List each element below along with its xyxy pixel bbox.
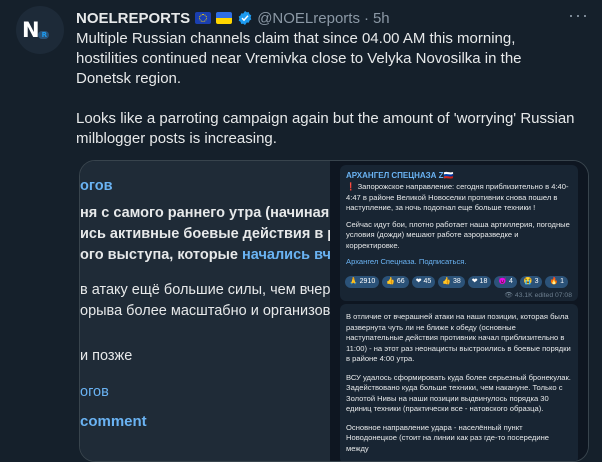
media-text-line: ись активные боевые действия в райо — [80, 226, 330, 242]
avatar[interactable]: NR — [16, 6, 64, 54]
eu-flag-icon — [195, 12, 212, 24]
more-icon[interactable]: ··· — [568, 6, 588, 26]
reaction: 👍 38 — [438, 276, 465, 288]
media-text-line: орыва более масштабно и организованн — [80, 303, 330, 319]
avatar-text: N — [22, 18, 40, 42]
tweet-paragraph-1: Multiple Russian channels claim that sin… — [76, 30, 522, 87]
media-text-line: comment — [80, 413, 147, 430]
reactions-row: 🙏 2910 👍 66 ❤ 45 👍 38 ❤ 18 😈 4 😭 3 🔥 1 — [345, 276, 569, 288]
reaction: 😈 4 — [494, 276, 517, 288]
tweet-header: NOELREPORTS @NOELreports · 5h — [76, 8, 390, 28]
media-container[interactable]: огов ня с самого раннего утра (начиная с… — [79, 160, 589, 462]
media-image-right[interactable]: АРХАНГЕЛ СПЕЦНАЗА Z🇷🇺 ❗ Запорожское напр… — [335, 161, 588, 461]
media-text-line: ого выступа, которые начались вчера — [80, 247, 330, 263]
timestamp[interactable]: 5h — [373, 10, 390, 27]
media-text-line: ня с самого раннего утра (начиная с 04 — [80, 205, 330, 221]
media-text-line: и позже — [80, 348, 133, 364]
reaction: ❤ 18 — [467, 276, 492, 288]
media-image-left[interactable]: огов ня с самого раннего утра (начиная с… — [80, 161, 330, 461]
reaction: 😭 3 — [519, 276, 543, 288]
post-text: ВСУ удалось сформировать куда более серь… — [346, 372, 571, 414]
tweet-text: Multiple Russian channels claim that sin… — [76, 29, 576, 149]
post-text: Сейчас идут бои, плотно работает наша ар… — [346, 219, 570, 250]
separator-dot: · — [363, 9, 369, 27]
media-text-fragment: ого выступа, которые — [80, 247, 243, 263]
tweet-paragraph-2: Looks like a parroting campaign again bu… — [76, 110, 575, 147]
tweet[interactable]: NR NOELREPORTS @NOELreports · 5h ··· Mul… — [0, 0, 602, 462]
author-name[interactable]: NOELREPORTS — [76, 10, 190, 27]
media-text-line: огов — [80, 178, 113, 194]
post-text: Основное направление удара - населённый … — [346, 422, 550, 453]
ukraine-flag-icon — [216, 12, 233, 24]
reaction: 🙏 2910 — [345, 276, 380, 288]
telegram-post-1: АРХАНГЕЛ СПЕЦНАЗА Z🇷🇺 ❗ Запорожское напр… — [340, 165, 578, 301]
reaction: 👍 66 — [382, 276, 409, 288]
post-stats: 👁 43.1K edited 07:08 — [504, 291, 572, 299]
avatar-text-r: R — [37, 31, 49, 39]
reaction: 🔥 1 — [545, 276, 569, 288]
media-text-line: в атаку ещё большие силы, чем вчера, п — [80, 282, 330, 298]
verified-badge-icon[interactable] — [237, 10, 253, 26]
views-count: 👁 43.1K — [504, 292, 533, 299]
post-link: Архангел Спецназа. Подписаться. — [346, 257, 467, 266]
media-text-link: начались вчера — [242, 247, 330, 263]
channel-name: АРХАНГЕЛ СПЕЦНАЗА Z🇷🇺 — [346, 171, 454, 180]
post-text: В отличие от вчерашней атаки на наши поз… — [346, 312, 571, 363]
reaction: ❤ 45 — [411, 276, 436, 288]
edited-time: edited 07:08 — [534, 292, 572, 299]
author-handle[interactable]: @NOELreports — [257, 10, 360, 27]
telegram-post-2: В отличие от вчерашней атаки на наши поз… — [340, 304, 578, 461]
media-text-line: огов — [80, 384, 109, 400]
post-text: ❗ Запорожское направление: сегодня прибл… — [346, 182, 569, 212]
